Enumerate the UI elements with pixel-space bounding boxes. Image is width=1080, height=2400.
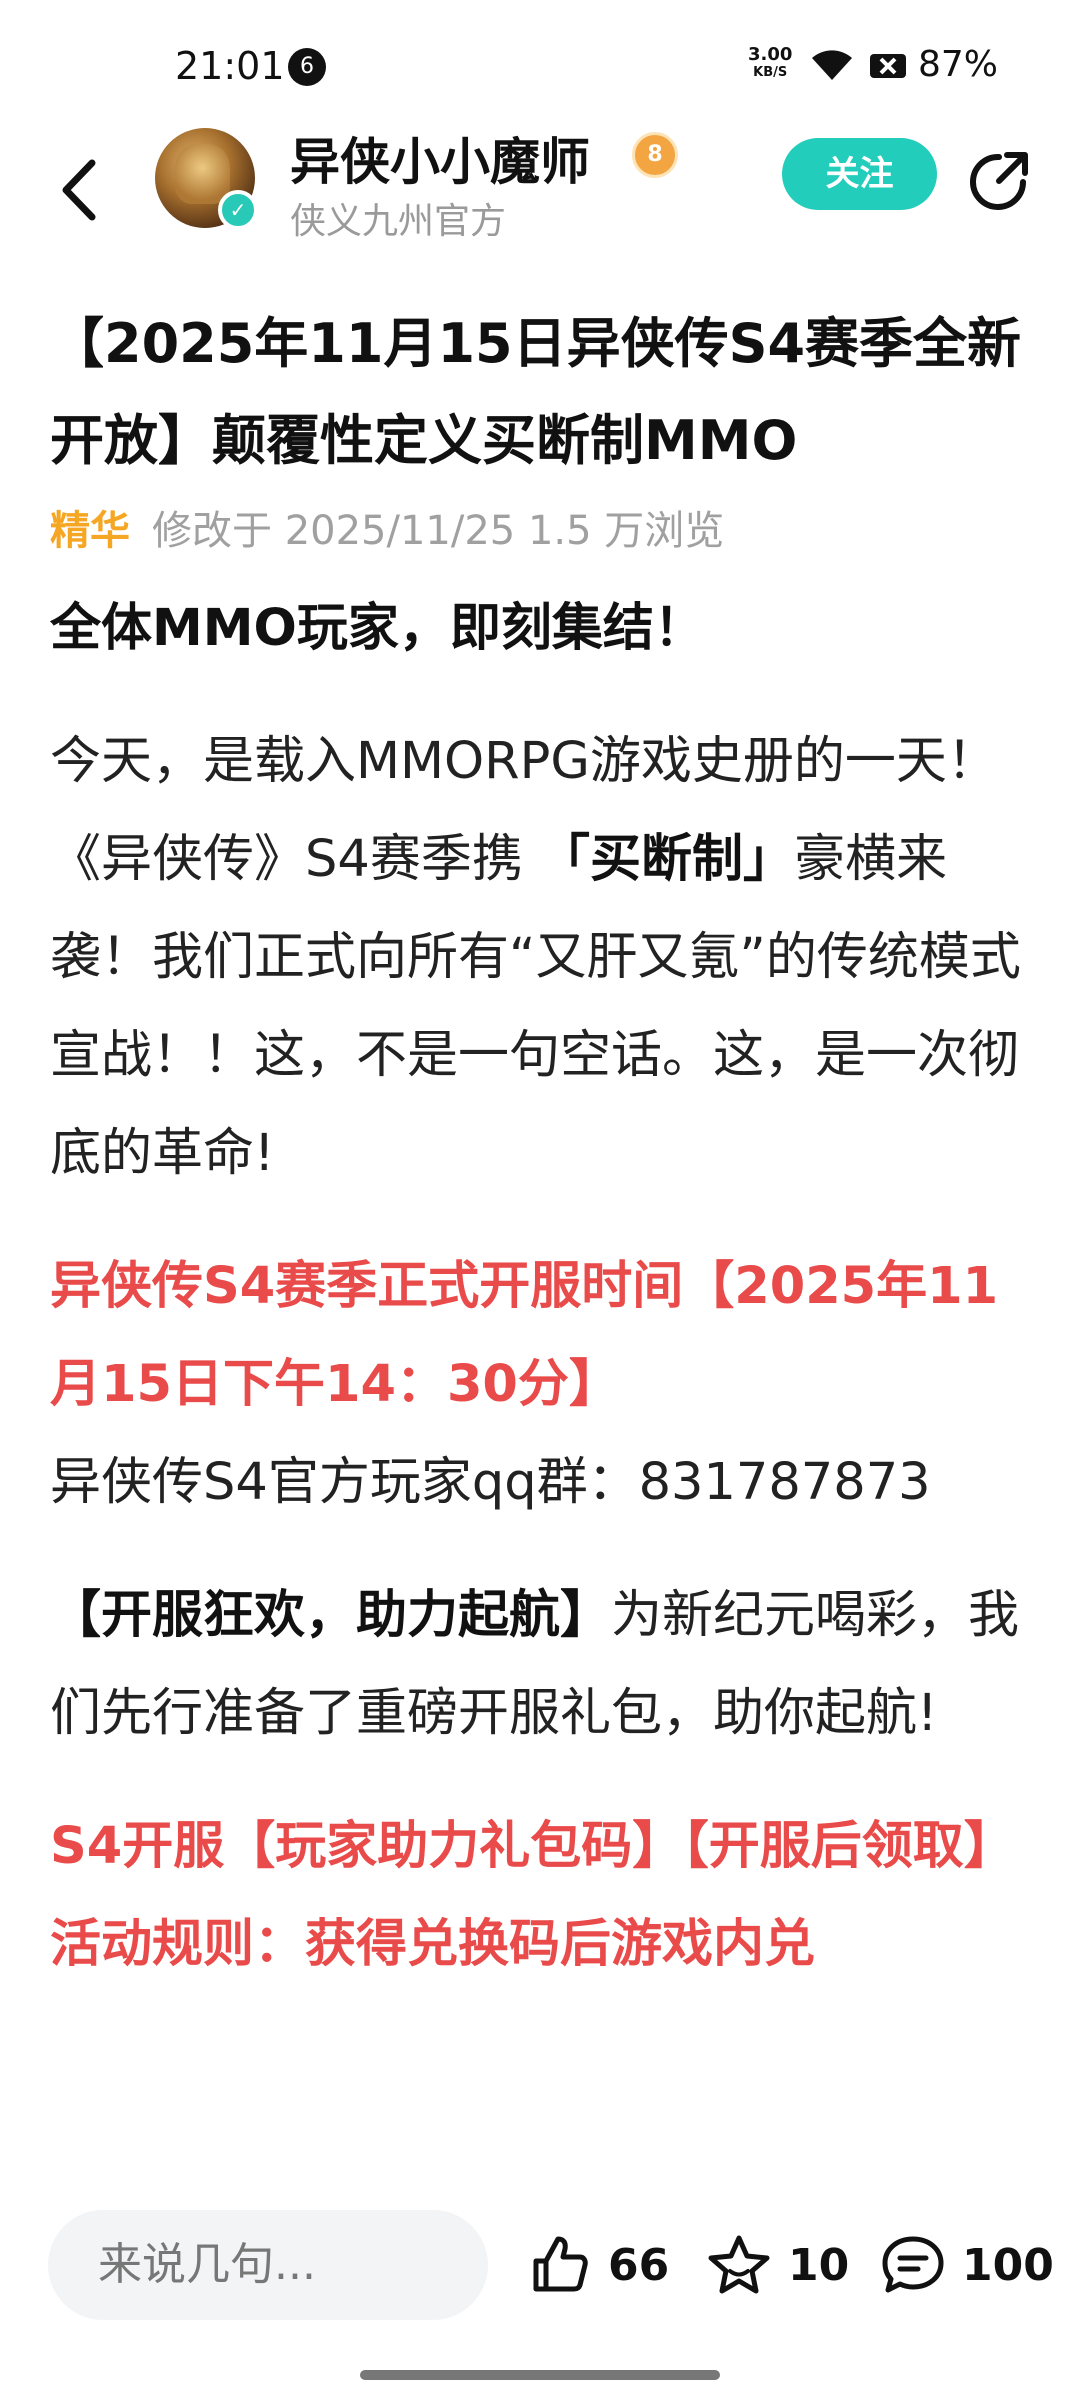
notification-count-badge: 6 <box>288 48 326 86</box>
no-sim-icon <box>870 54 906 78</box>
gift-code-text: S4开服【玩家助力礼包码】【开服后领取】 <box>50 1817 1015 1876</box>
bottom-action-bar: 来说几句... 66 10 100 <box>0 2175 1080 2400</box>
wifi-icon <box>812 50 852 80</box>
paragraph-3-highlight: 【开服狂欢，助力起航】 <box>50 1586 612 1645</box>
post-title: 【2025年11月15日异侠传S4赛季全新开放】颠覆性定义买断制MMO <box>50 312 1022 472</box>
comment-button[interactable]: 100 <box>880 2230 1054 2300</box>
favorite-count: 10 <box>788 2239 850 2291</box>
content-paragraph-2: 异侠传S4赛季正式开服时间【2025年11月15日下午14：30分】 异侠传S4… <box>50 1238 1040 1532</box>
comment-icon <box>882 2236 944 2293</box>
avatar-figure <box>175 144 230 204</box>
status-time: 21:01 <box>175 44 285 88</box>
author-name[interactable]: 异侠小小魔师 <box>290 122 590 194</box>
content-paragraph-3: 【开服狂欢，助力起航】为新纪元喝彩，我们先行准备了重磅开服礼包，助你起航! <box>50 1567 1040 1763</box>
content-heading: 全体MMO玩家，即刻集结！ <box>50 599 705 658</box>
content-paragraph-4: S4开服【玩家助力礼包码】【开服后领取】 活动规则：获得兑换码后游戏内兑 <box>50 1798 1040 1994</box>
post-header: ✓ 异侠小小魔师 8 侠义九州官方 关注 <box>0 120 1080 280</box>
comment-input[interactable]: 来说几句... <box>48 2210 488 2320</box>
follow-button[interactable]: 关注 <box>782 138 937 210</box>
post-content: 全体MMO玩家，即刻集结！ 今天，是载入MMORPG游戏史册的一天！《异侠传》S… <box>50 580 1040 1994</box>
like-count: 66 <box>608 2239 670 2291</box>
featured-tag: 精华 <box>50 508 130 554</box>
activity-rules-text: 活动规则：获得兑换码后游戏内兑 <box>50 1915 816 1974</box>
favorite-button[interactable]: 10 <box>706 2230 849 2300</box>
content-fade <box>0 2110 1080 2180</box>
network-speed-value: 3.00 <box>748 44 793 65</box>
back-icon[interactable] <box>50 145 110 235</box>
like-button[interactable]: 66 <box>528 2230 669 2300</box>
home-indicator[interactable] <box>360 2370 720 2380</box>
network-speed-unit: KB/S <box>753 65 788 80</box>
content-paragraph-1: 今天，是载入MMORPG游戏史册的一天！《异侠传》S4赛季携 「买断制」豪横来袭… <box>50 713 1040 1203</box>
author-subtitle: 侠义九州官方 <box>290 201 507 242</box>
qq-group-text: 异侠传S4官方玩家qq群：831787873 <box>50 1453 931 1512</box>
paragraph-1-highlight: 「买断制」 <box>539 830 795 889</box>
network-speed: 3.00 KB/S <box>748 46 792 82</box>
star-icon <box>708 2235 770 2294</box>
battery-level: 87% <box>918 44 999 85</box>
comment-count: 100 <box>962 2239 1054 2291</box>
launch-time-text: 异侠传S4赛季正式开服时间【2025年11月15日下午14：30分】 <box>50 1257 999 1414</box>
post-meta: 精华 修改于 2025/11/25 1.5 万浏览 <box>50 498 724 556</box>
level-badge: 8 <box>632 132 678 178</box>
post-meta-info: 修改于 2025/11/25 1.5 万浏览 <box>152 508 725 554</box>
share-icon[interactable] <box>965 146 1035 216</box>
verified-icon: ✓ <box>218 190 258 230</box>
status-bar: 21:01 6 3.00 KB/S 87% <box>0 0 1080 130</box>
thumbs-up-icon <box>533 2236 588 2292</box>
